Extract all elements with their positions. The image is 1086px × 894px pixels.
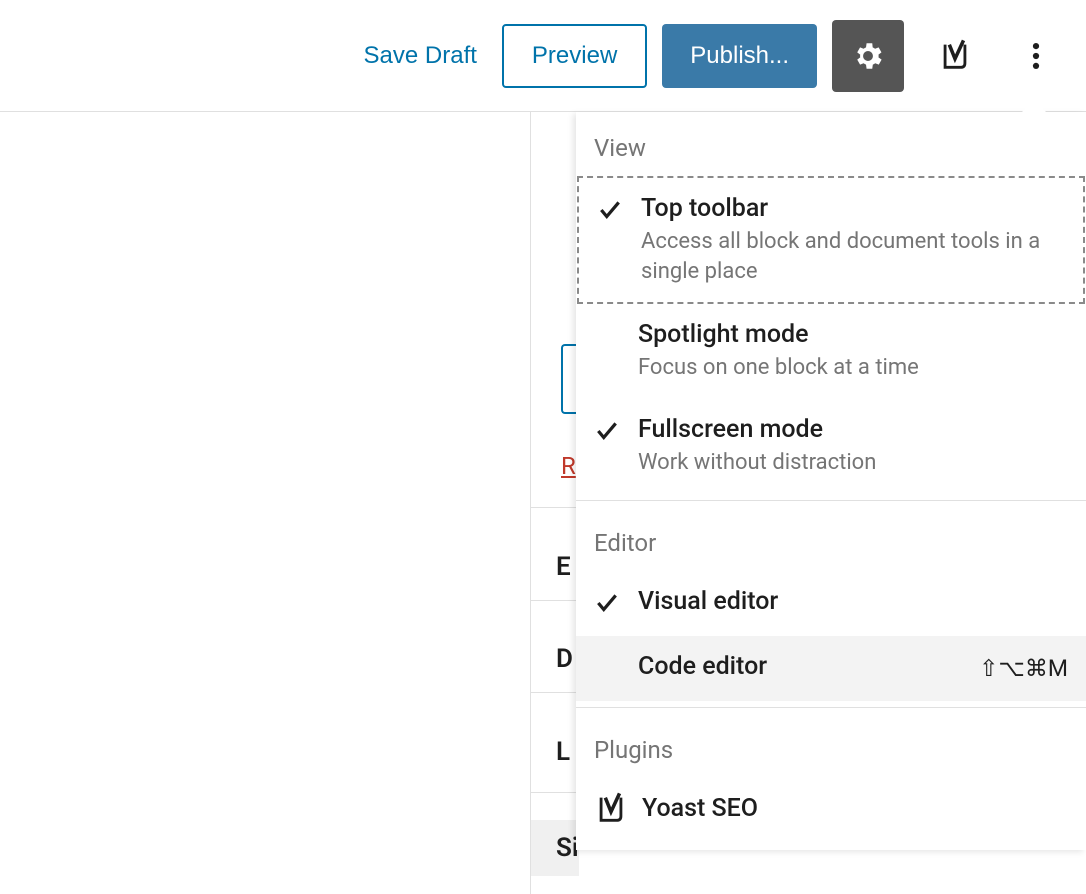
menu-item-top-toolbar[interactable]: Top toolbar Access all block and documen… (577, 176, 1085, 304)
menu-item-body: Fullscreen mode Work without distraction (638, 415, 1068, 478)
partial-label-si: Si (531, 820, 579, 876)
editor-section-header: Editor (576, 507, 1086, 571)
divider (531, 600, 580, 601)
menu-item-title: Visual editor (638, 587, 1068, 616)
menu-item-title: Yoast SEO (642, 794, 758, 823)
partial-red-link[interactable]: R (561, 452, 576, 480)
publish-button[interactable]: Publish... (662, 24, 817, 88)
save-draft-button[interactable]: Save Draft (354, 30, 487, 82)
keyboard-shortcut: ⇧⌥⌘M (967, 655, 1068, 682)
divider (576, 500, 1086, 501)
divider (531, 792, 580, 793)
more-options-button[interactable] (1006, 20, 1066, 92)
menu-item-yoast-seo[interactable]: Yoast SEO (576, 778, 1086, 840)
menu-item-title: Top toolbar (641, 194, 1065, 223)
menu-item-body: Code editor (638, 652, 967, 685)
partial-label-e: E (556, 552, 571, 582)
divider (531, 507, 580, 508)
menu-item-title: Fullscreen mode (638, 415, 1068, 444)
check-indicator (594, 320, 638, 323)
menu-item-body: Visual editor (638, 587, 1068, 620)
preview-button[interactable]: Preview (502, 24, 647, 88)
yoast-icon (594, 792, 628, 826)
partial-label-l: L (556, 737, 570, 767)
sidebar-panel-strip: R E D L Si (530, 112, 580, 894)
view-section-header: View (576, 112, 1086, 176)
plugins-section-header: Plugins (576, 714, 1086, 778)
partial-label-d: D (556, 644, 573, 674)
check-indicator (597, 194, 641, 223)
check-icon (594, 590, 620, 616)
check-indicator (594, 652, 638, 655)
check-icon (594, 418, 620, 444)
menu-item-title: Spotlight mode (638, 320, 1068, 349)
menu-item-fullscreen-mode[interactable]: Fullscreen mode Work without distraction (576, 399, 1086, 494)
more-options-dropdown: View Top toolbar Access all block and do… (576, 112, 1086, 850)
menu-item-desc: Work without distraction (638, 448, 1068, 478)
check-indicator (594, 415, 638, 444)
menu-item-desc: Access all block and document tools in a… (641, 227, 1065, 286)
menu-item-title: Code editor (638, 652, 967, 681)
check-icon (597, 197, 623, 223)
menu-item-visual-editor[interactable]: Visual editor (576, 571, 1086, 636)
toolbar: Save Draft Preview Publish... (0, 0, 1086, 112)
yoast-icon (938, 39, 972, 73)
menu-item-desc: Focus on one block at a time (638, 353, 1068, 383)
divider (576, 707, 1086, 708)
check-indicator (594, 587, 638, 616)
menu-item-spotlight-mode[interactable]: Spotlight mode Focus on one block at a t… (576, 304, 1086, 399)
menu-item-body: Spotlight mode Focus on one block at a t… (638, 320, 1068, 383)
menu-item-code-editor[interactable]: Code editor ⇧⌥⌘M (576, 636, 1086, 701)
settings-button[interactable] (832, 20, 904, 92)
menu-item-body: Top toolbar Access all block and documen… (641, 194, 1065, 286)
gear-icon (851, 39, 885, 73)
yoast-button[interactable] (919, 20, 991, 92)
more-vertical-icon (1019, 39, 1053, 73)
divider (531, 692, 580, 693)
